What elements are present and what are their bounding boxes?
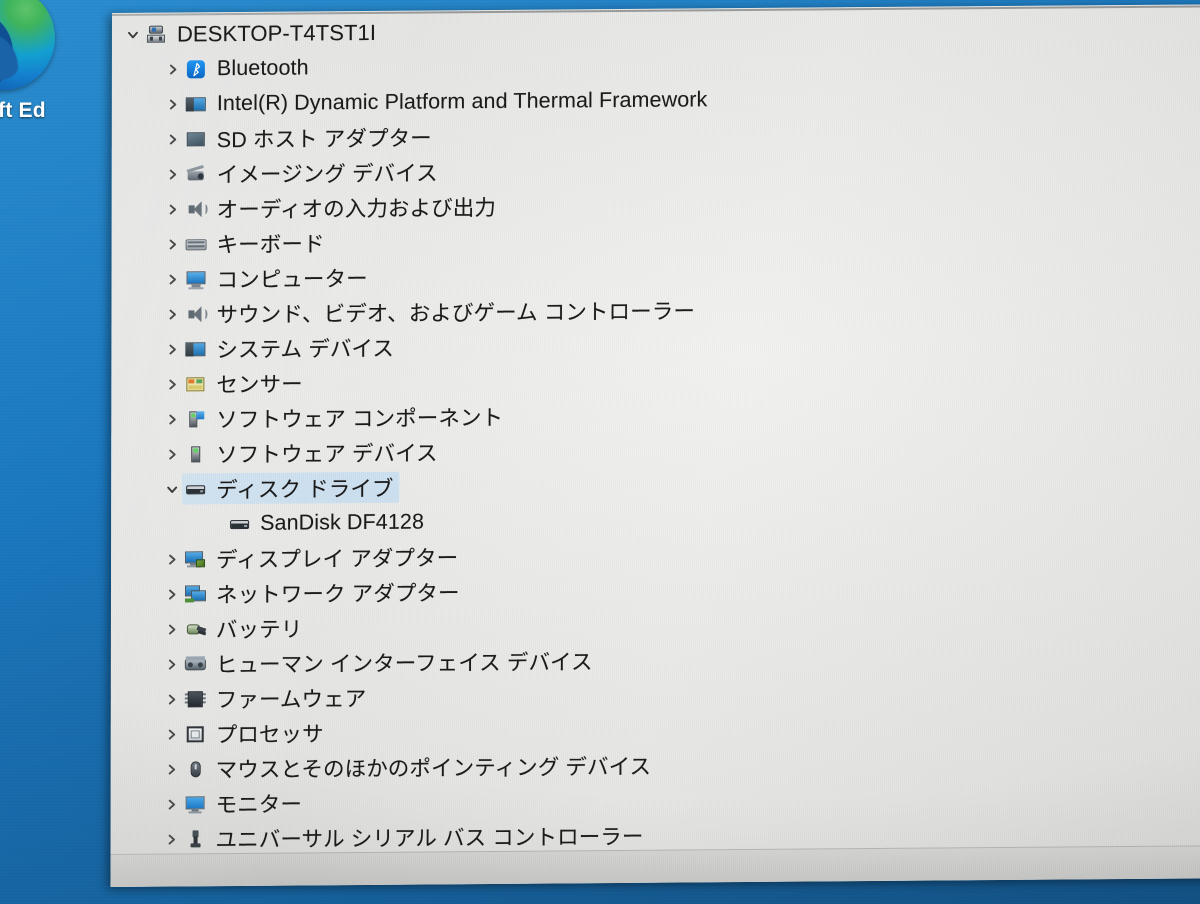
- tree-item-label: SD ホスト アダプター: [216, 126, 432, 153]
- speaker-icon: [185, 304, 208, 324]
- firmware-icon: [184, 689, 207, 709]
- tree-item-label: ファームウェア: [215, 687, 367, 713]
- tree-item-label: プロセッサ: [215, 722, 324, 748]
- tree-item-label: ディスク ドライブ: [216, 476, 394, 503]
- tree-item-label: バッテリ: [215, 617, 303, 643]
- sd-host-adapter-icon: [186, 129, 208, 149]
- tree-item-label: SanDisk DF4128: [260, 509, 425, 535]
- sensor-icon: [185, 374, 207, 394]
- microsoft-edge-icon: [0, 0, 55, 90]
- monitor-icon: [185, 794, 207, 814]
- device-tree-panel[interactable]: DESKTOP-T4TST1I ᛒ Bluetooth Intel(R) Dynam…: [111, 8, 1200, 857]
- camera-icon: [186, 164, 208, 184]
- tree-item-label: ヒューマン インターフェイス デバイス: [215, 650, 593, 678]
- chevron-right-icon[interactable]: [159, 307, 185, 321]
- bluetooth-icon: ᛒ: [186, 59, 208, 79]
- tree-item-label: オーディオの入力および出力: [216, 195, 496, 223]
- chevron-right-icon[interactable]: [159, 412, 185, 426]
- tree-item-label: キーボード: [216, 232, 325, 258]
- network-adapter-icon: [184, 584, 207, 604]
- chevron-right-icon[interactable]: [160, 237, 186, 251]
- speaker-icon: [186, 199, 208, 219]
- computer-icon: [186, 269, 208, 289]
- chevron-right-icon[interactable]: [159, 832, 185, 846]
- chevron-right-icon[interactable]: [160, 132, 186, 146]
- chevron-right-icon[interactable]: [159, 447, 185, 461]
- tree-item-label: ユニバーサル シリアル バス コントローラー: [215, 824, 644, 853]
- chevron-right-icon[interactable]: [160, 62, 186, 76]
- chevron-right-icon[interactable]: [159, 587, 185, 601]
- tree-item-label: モニター: [215, 792, 303, 818]
- device-manager-window: DESKTOP-T4TST1I ᛒ Bluetooth Intel(R) Dynam…: [110, 4, 1200, 888]
- chevron-right-icon[interactable]: [159, 657, 185, 671]
- tree-item-label: ネットワーク アダプター: [215, 581, 460, 608]
- chevron-right-icon[interactable]: [159, 692, 185, 706]
- tree-item-label: ソフトウェア コンポーネント: [216, 405, 504, 433]
- tree-item-label: イメージング デバイス: [216, 161, 438, 188]
- chevron-right-icon[interactable]: [159, 622, 185, 636]
- mouse-icon: [185, 759, 207, 779]
- chevron-right-icon[interactable]: [160, 272, 186, 286]
- computer-node-icon: [146, 24, 168, 44]
- chevron-down-icon[interactable]: [120, 27, 146, 41]
- chevron-right-icon[interactable]: [159, 727, 185, 741]
- tree-item-label: サウンド、ビデオ、およびゲーム コントローラー: [216, 299, 695, 328]
- processor-icon: [185, 724, 207, 744]
- chevron-right-icon[interactable]: [160, 167, 186, 181]
- software-device-icon: [185, 444, 207, 464]
- tree-item-label: コンピューター: [216, 266, 368, 293]
- chevron-right-icon[interactable]: [160, 97, 186, 111]
- tree-item-label: マウスとそのほかのポインティング デバイス: [215, 754, 652, 783]
- system-device-icon: [185, 339, 207, 359]
- tree-item-label: Intel(R) Dynamic Platform and Thermal Fr…: [216, 87, 708, 116]
- desktop-icon-label: osoft Ed: [0, 99, 46, 122]
- system-device-icon: [185, 94, 208, 114]
- hid-icon: [184, 654, 207, 674]
- chevron-right-icon[interactable]: [159, 797, 185, 811]
- keyboard-icon: [185, 234, 208, 254]
- disk-drive-icon: [185, 479, 207, 499]
- tree-item-label: DESKTOP-T4TST1I: [176, 19, 377, 46]
- tree-item-label: ディスプレイ アダプター: [216, 546, 459, 573]
- chevron-right-icon[interactable]: [160, 202, 186, 216]
- tree-item-label: システム デバイス: [216, 336, 395, 363]
- chevron-right-icon[interactable]: [159, 552, 185, 566]
- disk-drive-icon: [229, 513, 251, 533]
- display-adapter-icon: [185, 549, 207, 569]
- software-component-icon: [185, 409, 207, 429]
- chevron-right-icon[interactable]: [159, 342, 185, 356]
- chevron-down-icon[interactable]: [159, 482, 185, 496]
- chevron-right-icon[interactable]: [159, 762, 185, 776]
- device-tree: DESKTOP-T4TST1I ᛒ Bluetooth Intel(R) Dynam…: [111, 8, 1200, 857]
- chevron-right-icon[interactable]: [159, 377, 185, 391]
- desktop-icon-microsoft-edge[interactable]: osoft Ed: [0, 0, 68, 123]
- tree-item-label: センサー: [216, 372, 303, 398]
- screenshot-stage: osoft Ed DESKTO: [0, 0, 1200, 904]
- usb-icon: [185, 829, 207, 849]
- tree-item-label: Bluetooth: [216, 55, 309, 81]
- battery-icon: [185, 619, 207, 639]
- tree-item-label: ソフトウェア デバイス: [216, 441, 438, 468]
